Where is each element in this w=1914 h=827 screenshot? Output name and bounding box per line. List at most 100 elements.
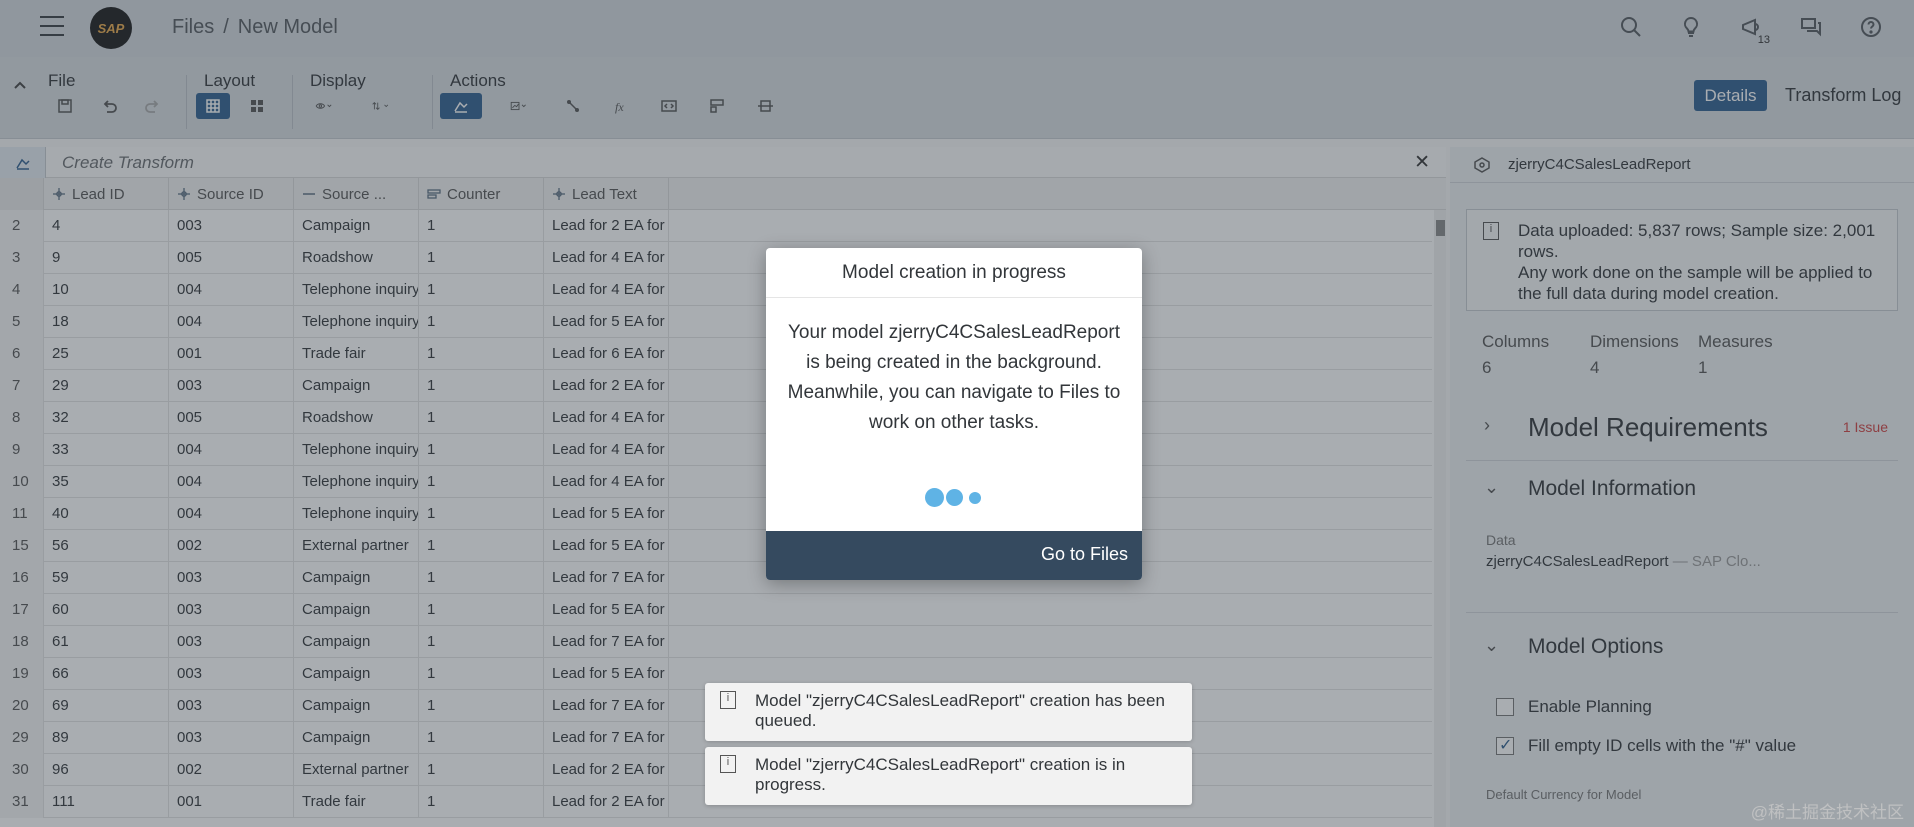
details-button[interactable]: Details	[1694, 80, 1767, 111]
table-row[interactable]: 2 4 003 Campaign 1 Lead for 2 EA for	[0, 210, 1432, 242]
lead-text-cell[interactable]: Lead for 4 EA for	[544, 274, 669, 306]
source-id-cell[interactable]: 002	[169, 754, 294, 786]
lead-id-cell[interactable]: 96	[44, 754, 169, 786]
source-id-cell[interactable]: 004	[169, 306, 294, 338]
column-header-counter[interactable]: Counter	[419, 178, 544, 210]
lead-text-cell[interactable]: Lead for 2 EA for	[544, 210, 669, 242]
help-icon[interactable]	[1858, 14, 1884, 40]
counter-cell[interactable]: 1	[419, 562, 544, 594]
table-row[interactable]: 16 59 003 Campaign 1 Lead for 7 EA for	[0, 562, 1432, 594]
table-row[interactable]: 11 40 004 Telephone inquiry 1 Lead for 5 EA f…	[0, 498, 1432, 530]
transform-log-button[interactable]: Transform Log	[1785, 85, 1901, 106]
counter-cell[interactable]: 1	[419, 370, 544, 402]
table-row[interactable]: 18 61 003 Campaign 1 Lead for 7 EA for	[0, 626, 1432, 658]
table-row[interactable]: 8 32 005 Roadshow 1 Lead for 4 EA for	[0, 402, 1432, 434]
counter-cell[interactable]: 1	[419, 594, 544, 626]
counter-cell[interactable]: 1	[419, 402, 544, 434]
counter-cell[interactable]: 1	[419, 338, 544, 370]
source-text-cell[interactable]: Campaign	[294, 210, 419, 242]
scrollbar-thumb[interactable]	[1436, 220, 1445, 236]
source-id-cell[interactable]: 003	[169, 690, 294, 722]
breadcrumb-files[interactable]: Files	[172, 16, 214, 38]
lead-id-cell[interactable]: 25	[44, 338, 169, 370]
source-text-cell[interactable]: External partner	[294, 754, 419, 786]
hierarchy-icon[interactable]	[556, 93, 590, 119]
source-text-cell[interactable]: Campaign	[294, 690, 419, 722]
source-id-cell[interactable]: 001	[169, 786, 294, 818]
lead-id-cell[interactable]: 33	[44, 434, 169, 466]
counter-cell[interactable]: 1	[419, 786, 544, 818]
source-id-cell[interactable]: 004	[169, 498, 294, 530]
lead-id-cell[interactable]: 29	[44, 370, 169, 402]
table-row[interactable]: 5 18 004 Telephone inquiry 1 Lead for 5 EA fo…	[0, 306, 1432, 338]
fill-empty-id-checkbox[interactable]	[1496, 735, 1514, 755]
lead-id-cell[interactable]: 66	[44, 658, 169, 690]
lead-id-cell[interactable]: 61	[44, 626, 169, 658]
counter-cell[interactable]: 1	[419, 722, 544, 754]
counter-cell[interactable]: 1	[419, 274, 544, 306]
lead-id-cell[interactable]: 111	[44, 786, 169, 818]
split-icon[interactable]	[748, 93, 782, 119]
lead-id-cell[interactable]: 69	[44, 690, 169, 722]
undo-icon[interactable]	[92, 93, 126, 119]
lead-text-cell[interactable]: Lead for 5 EA for	[544, 306, 669, 338]
source-id-cell[interactable]: 003	[169, 370, 294, 402]
tile-view-icon[interactable]	[240, 93, 274, 119]
source-id-cell[interactable]: 003	[169, 562, 294, 594]
lead-id-cell[interactable]: 60	[44, 594, 169, 626]
source-text-cell[interactable]: External partner	[294, 530, 419, 562]
source-id-cell[interactable]: 003	[169, 626, 294, 658]
source-id-cell[interactable]: 003	[169, 658, 294, 690]
create-transform-input[interactable]: Create Transform	[62, 153, 194, 173]
counter-cell[interactable]: 1	[419, 242, 544, 274]
grid-view-icon[interactable]	[196, 93, 230, 119]
chevron-down-icon[interactable]: ⌄	[1484, 477, 1499, 498]
source-text-cell[interactable]: Telephone inquiry	[294, 498, 419, 530]
source-text-cell[interactable]: Campaign	[294, 722, 419, 754]
column-header-source-id[interactable]: Source ID	[169, 178, 294, 210]
lead-text-cell[interactable]: Lead for 4 EA for	[544, 466, 669, 498]
source-text-cell[interactable]: Campaign	[294, 370, 419, 402]
save-icon[interactable]	[48, 93, 82, 119]
menu-icon[interactable]	[40, 16, 64, 36]
lead-id-cell[interactable]: 35	[44, 466, 169, 498]
notifications-icon[interactable]: 13	[1738, 14, 1770, 46]
source-id-cell[interactable]: 003	[169, 594, 294, 626]
counter-cell[interactable]: 1	[419, 434, 544, 466]
lead-text-cell[interactable]: Lead for 5 EA for	[544, 658, 669, 690]
source-text-cell[interactable]: Campaign	[294, 658, 419, 690]
lead-text-cell[interactable]: Lead for 4 EA for	[544, 402, 669, 434]
counter-cell[interactable]: 1	[419, 530, 544, 562]
source-id-cell[interactable]: 001	[169, 338, 294, 370]
source-text-cell[interactable]: Roadshow	[294, 402, 419, 434]
table-row[interactable]: 9 33 004 Telephone inquiry 1 Lead for 4 EA fo…	[0, 434, 1432, 466]
lead-id-cell[interactable]: 9	[44, 242, 169, 274]
lead-text-cell[interactable]: Lead for 6 EA for	[544, 338, 669, 370]
table-row[interactable]: 4 10 004 Telephone inquiry 1 Lead for 4 EA fo…	[0, 274, 1432, 306]
source-text-cell[interactable]: Telephone inquiry	[294, 466, 419, 498]
lead-text-cell[interactable]: Lead for 7 EA for	[544, 626, 669, 658]
source-id-cell[interactable]: 004	[169, 434, 294, 466]
source-text-cell[interactable]: Telephone inquiry	[294, 306, 419, 338]
lead-text-cell[interactable]: Lead for 7 EA for	[544, 562, 669, 594]
lead-text-cell[interactable]: Lead for 2 EA for	[544, 370, 669, 402]
lead-id-cell[interactable]: 89	[44, 722, 169, 754]
counter-cell[interactable]: 1	[419, 210, 544, 242]
column-header-lead-text[interactable]: Lead Text	[544, 178, 669, 210]
source-text-cell[interactable]: Trade fair	[294, 786, 419, 818]
formula-icon[interactable]: fx	[604, 93, 638, 119]
source-text-cell[interactable]: Campaign	[294, 594, 419, 626]
lead-id-cell[interactable]: 10	[44, 274, 169, 306]
close-icon[interactable]: ✕	[1414, 151, 1430, 174]
issue-badge[interactable]: 1 Issue	[1843, 419, 1888, 435]
redo-icon[interactable]	[136, 93, 170, 119]
sap-logo[interactable]: SAP	[90, 7, 132, 49]
code-icon[interactable]	[652, 93, 686, 119]
lead-id-cell[interactable]: 40	[44, 498, 169, 530]
go-to-files-button[interactable]: Go to Files	[1041, 544, 1128, 565]
table-row[interactable]: 17 60 003 Campaign 1 Lead for 5 EA for	[0, 594, 1432, 626]
model-options-title[interactable]: Model Options	[1528, 635, 1663, 659]
lead-text-cell[interactable]: Lead for 5 EA for	[544, 498, 669, 530]
source-text-cell[interactable]: Roadshow	[294, 242, 419, 274]
counter-cell[interactable]: 1	[419, 498, 544, 530]
